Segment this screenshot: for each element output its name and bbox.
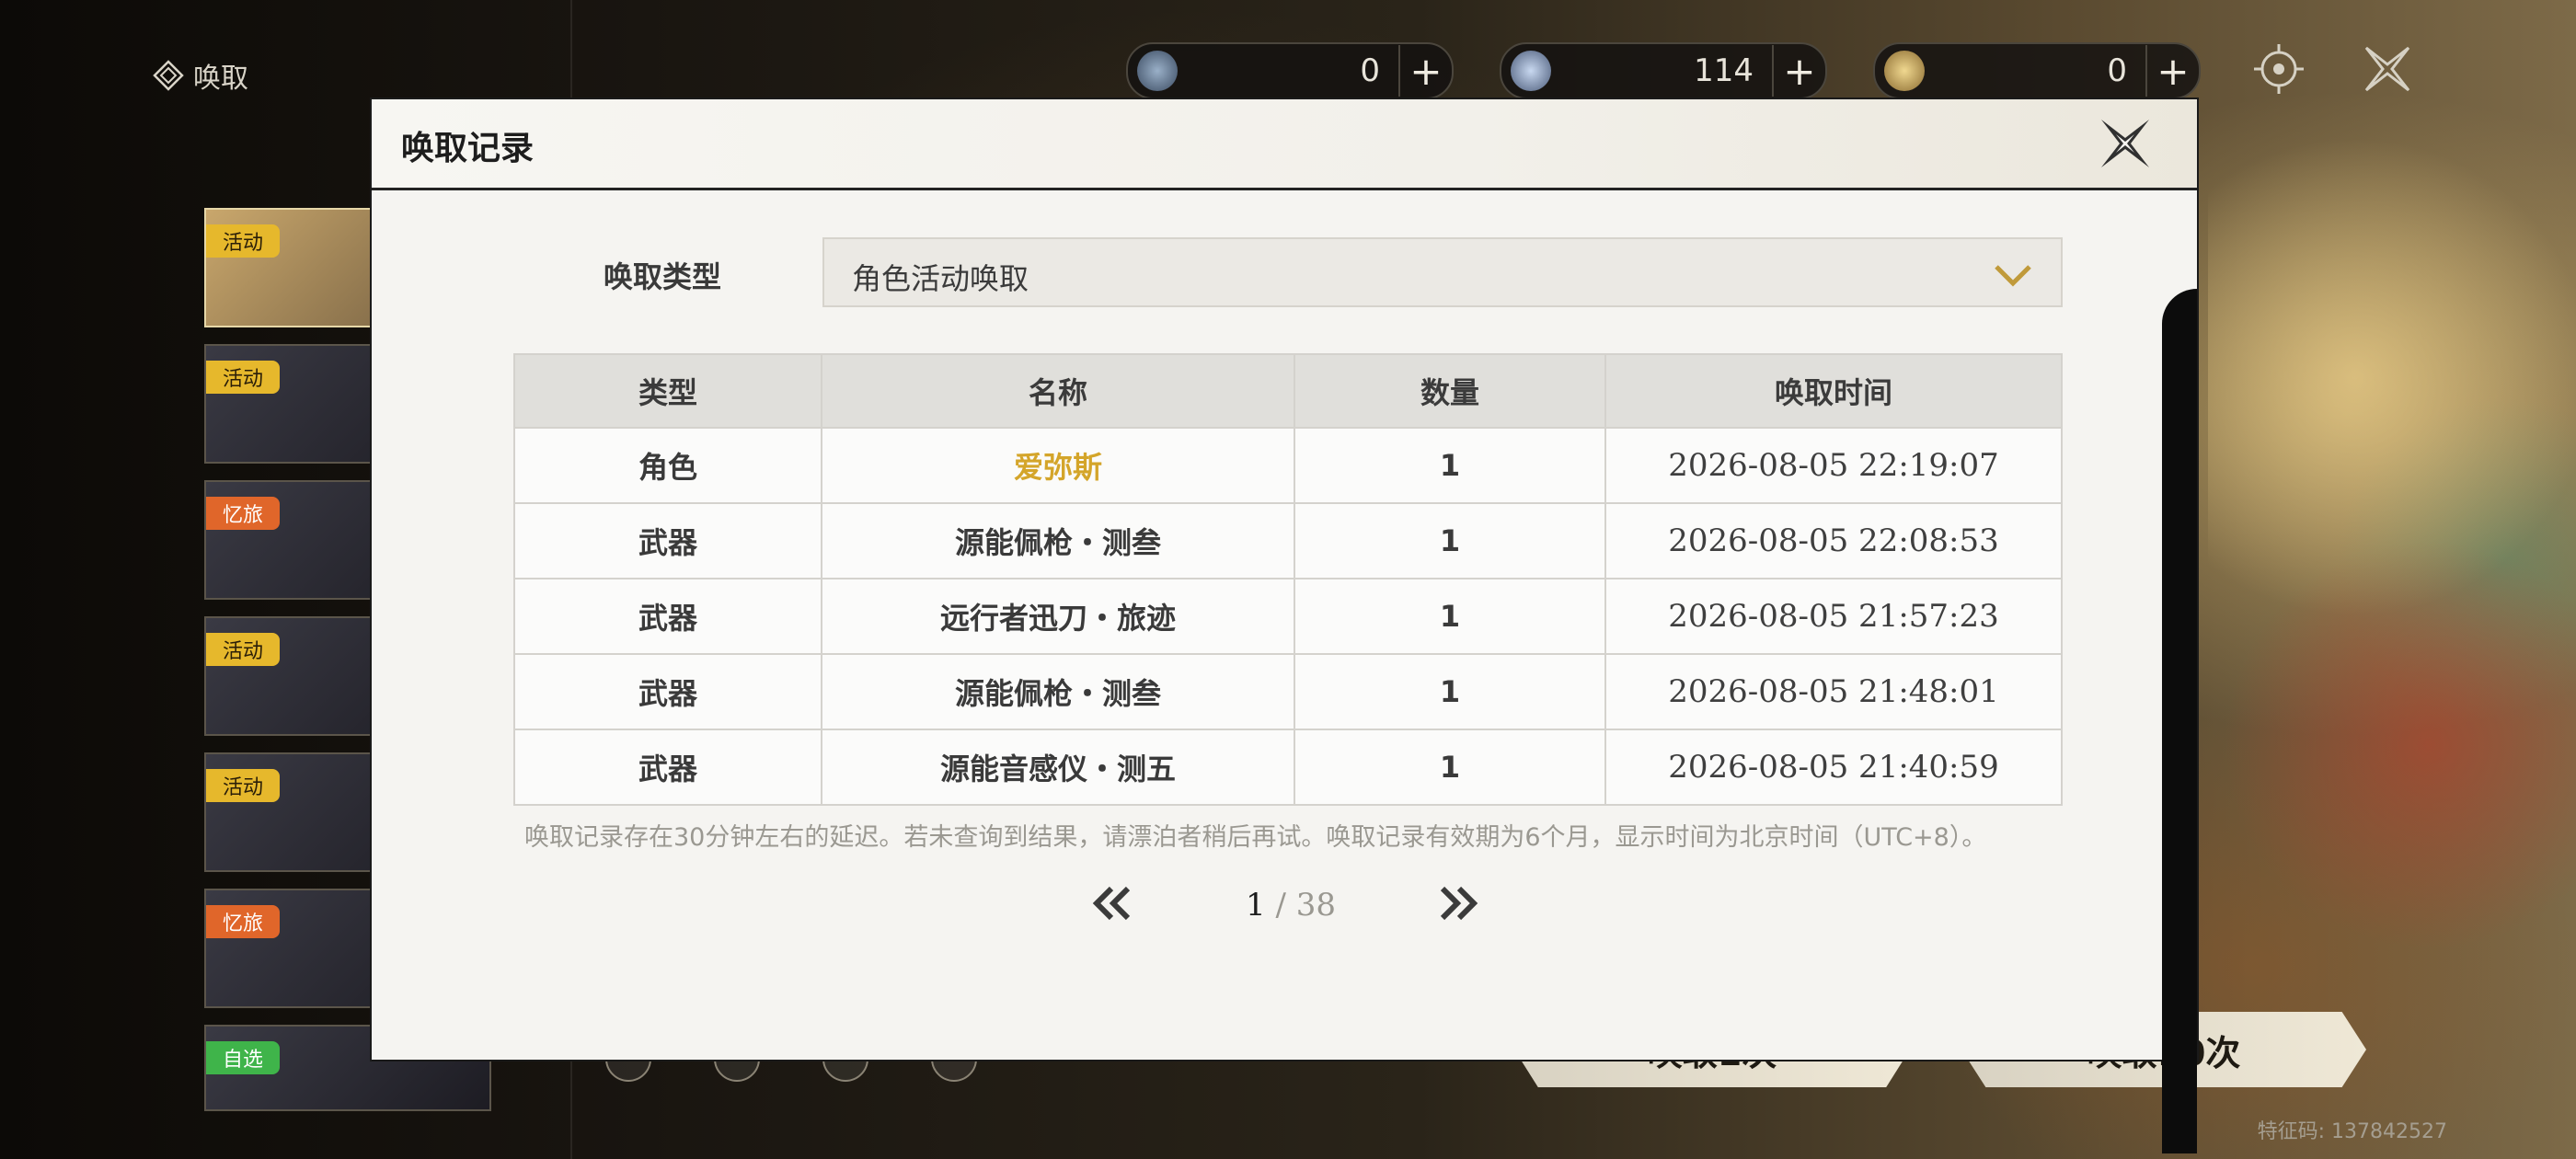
column-header: 名称 (821, 353, 1295, 429)
cell-name: 源能音感仪・测五 (821, 729, 1295, 806)
convene-type-select[interactable]: 角色活动唤取 (822, 237, 2063, 307)
convene-history-dialog: 唤取记录 唤取类型 角色活动唤取 类型 名称 数量 唤取时间 角色 爱弥斯 1 (372, 99, 2197, 1153)
currency-value: 0 (2107, 52, 2127, 89)
convene-icon (153, 60, 184, 91)
currency-value: 114 (1694, 52, 1754, 89)
records-table: 类型 名称 数量 唤取时间 角色 爱弥斯 1 2026-08-05 22:19:… (513, 353, 2063, 806)
currency-radiant-tide: 0 + (1873, 42, 2201, 99)
banner-tag: 活动 (206, 224, 281, 258)
currency-astrite: 114 + (1500, 42, 1827, 99)
lustrous-tide-icon (1137, 51, 1178, 91)
cell-count: 1 (1294, 502, 1606, 580)
current-page: 1 (1246, 887, 1266, 924)
banner-tag: 活动 (206, 769, 281, 802)
banner-tag: 活动 (206, 633, 281, 666)
banner-tag: 忆旅 (206, 497, 281, 530)
cell-name: 源能佩枪・测叁 (821, 653, 1295, 730)
table-row: 角色 爱弥斯 1 2026-08-05 22:19:07 (513, 427, 2063, 504)
cell-type: 武器 (513, 653, 822, 730)
cell-count: 1 (1294, 653, 1606, 730)
dialog-title: 唤取记录 (401, 130, 535, 167)
add-currency-button[interactable]: + (1398, 45, 1452, 97)
cell-time: 2026-08-05 22:08:53 (1604, 502, 2063, 580)
close-icon[interactable] (2096, 114, 2155, 173)
table-row: 武器 源能音感仪・测五 1 2026-08-05 21:40:59 (513, 729, 2063, 806)
delay-note: 唤取记录存在30分钟左右的延迟。若未查询到结果，请漂泊者稍后再试。唤取记录有效期… (524, 823, 1987, 852)
cell-count: 1 (1294, 578, 1606, 655)
prev-page-icon[interactable] (1089, 883, 1135, 924)
column-header: 类型 (513, 353, 822, 429)
cell-time: 2026-08-05 21:57:23 (1604, 578, 2063, 655)
page-indicator: 1 / 38 (1246, 887, 1336, 924)
filter-label: 唤取类型 (604, 259, 722, 294)
banner-tag: 活动 (206, 361, 281, 394)
cell-type: 武器 (513, 578, 822, 655)
radiant-tide-icon (1884, 51, 1925, 91)
cell-type: 武器 (513, 502, 822, 580)
convene-type-value: 角色活动唤取 (852, 261, 1029, 296)
cell-name: 爱弥斯 (821, 427, 1295, 504)
target-icon[interactable] (2250, 40, 2307, 98)
cell-count: 1 (1294, 729, 1606, 806)
pagination: 1 / 38 (372, 878, 2197, 933)
feature-code: 特征码: 137842527 (2257, 1120, 2447, 1143)
cell-time: 2026-08-05 21:40:59 (1604, 729, 2063, 806)
total-pages: 38 (1295, 887, 1336, 924)
character-artwork (2208, 101, 2576, 1021)
next-page-icon[interactable] (1435, 883, 1481, 924)
add-currency-button[interactable]: + (1772, 45, 1825, 97)
banner-tag: 自选 (206, 1041, 281, 1074)
table-row: 武器 源能佩枪・测叁 1 2026-08-05 22:08:53 (513, 502, 2063, 580)
currency-lustrous-tide: 0 + (1126, 42, 1454, 99)
close-x-icon[interactable] (2359, 40, 2416, 98)
table-row: 武器 源能佩枪・测叁 1 2026-08-05 21:48:01 (513, 653, 2063, 730)
cell-type: 角色 (513, 427, 822, 504)
table-header: 类型 名称 数量 唤取时间 (513, 353, 2063, 429)
dialog-accent (2162, 289, 2197, 1153)
cell-time: 2026-08-05 21:48:01 (1604, 653, 2063, 730)
cell-count: 1 (1294, 427, 1606, 504)
astrite-icon (1511, 51, 1551, 91)
cell-name: 源能佩枪・测叁 (821, 502, 1295, 580)
chevron-down-icon (1995, 265, 2031, 287)
column-header: 数量 (1294, 353, 1606, 429)
cell-type: 武器 (513, 729, 822, 806)
cell-time: 2026-08-05 22:19:07 (1604, 427, 2063, 504)
page-separator: / (1265, 887, 1296, 924)
banner-tag: 忆旅 (206, 905, 281, 938)
currency-value: 0 (1360, 52, 1380, 89)
cell-name: 远行者迅刀・旅迹 (821, 578, 1295, 655)
page-title-label: 唤取 (193, 63, 248, 95)
page-title: 唤取 (153, 55, 248, 96)
column-header: 唤取时间 (1604, 353, 2063, 429)
dialog-header: 唤取记录 (372, 99, 2197, 190)
add-currency-button[interactable]: + (2145, 45, 2199, 97)
table-row: 武器 远行者迅刀・旅迹 1 2026-08-05 21:57:23 (513, 578, 2063, 655)
